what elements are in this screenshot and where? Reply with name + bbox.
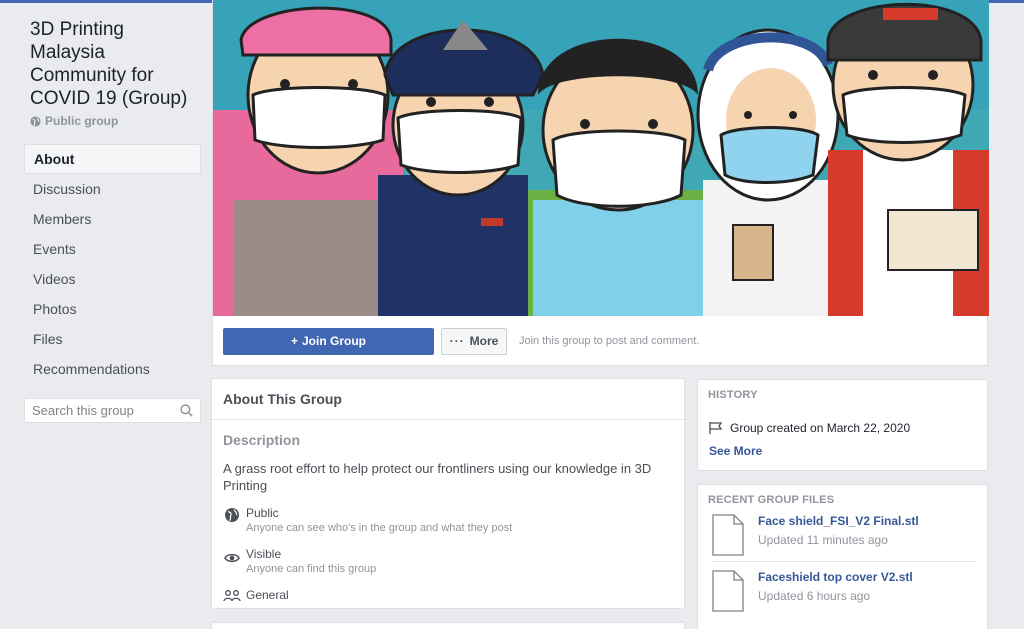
- file-updated: Updated 11 minutes ago: [758, 533, 888, 547]
- history-label: HISTORY: [708, 389, 758, 401]
- ellipsis-icon: ···: [449, 334, 465, 348]
- cover-card: + Join Group ··· More Join this group to…: [212, 0, 989, 366]
- globe-icon: [30, 115, 41, 127]
- join-group-label: Join Group: [302, 334, 366, 348]
- file-name-link[interactable]: Faceshield top cover V2.stl: [758, 570, 913, 584]
- group-search: [24, 398, 201, 423]
- see-more-link[interactable]: See More: [709, 444, 987, 458]
- nav-item-recommendations[interactable]: Recommendations: [24, 354, 204, 384]
- file-item: Face shield_FSI_V2 Final.stl Updated 11 …: [712, 506, 977, 561]
- action-bar: + Join Group ··· More Join this group to…: [213, 316, 987, 366]
- description-text: A grass root effort to help protect our …: [223, 461, 652, 493]
- people-icon: [223, 590, 241, 602]
- files-label: RECENT GROUP FILES: [708, 494, 835, 506]
- visible-sub: Anyone can find this group: [246, 563, 377, 575]
- more-label: More: [469, 334, 499, 348]
- about-header: About This Group: [212, 379, 684, 420]
- plus-icon: +: [290, 334, 298, 348]
- files-card: RECENT GROUP FILES Face shield_FSI_V2 Fi…: [697, 484, 988, 629]
- file-name-link[interactable]: Face shield_FSI_V2 Final.stl: [758, 514, 919, 528]
- nav-item-videos[interactable]: Videos: [24, 264, 204, 294]
- search-input[interactable]: [32, 403, 172, 418]
- next-card: [211, 622, 685, 629]
- visibility-info: Visible Anyone can find this group: [223, 547, 684, 576]
- category-text: General: [246, 588, 289, 602]
- more-button[interactable]: ··· More: [441, 327, 507, 355]
- about-card: About This Group Description A grass roo…: [211, 378, 685, 609]
- history-item: Group created on March 22, 2020: [708, 421, 987, 435]
- privacy-text: Public group: [45, 114, 119, 128]
- file-updated: Updated 6 hours ago: [758, 589, 871, 603]
- file-icon[interactable]: [712, 514, 744, 556]
- nav-item-photos[interactable]: Photos: [24, 294, 204, 324]
- file-icon[interactable]: [712, 570, 744, 612]
- join-hint: Join this group to post and comment.: [519, 335, 700, 347]
- history-created: Group created on March 22, 2020: [730, 421, 911, 435]
- nav-item-events[interactable]: Events: [24, 234, 204, 264]
- history-card: HISTORY Group created on March 22, 2020 …: [697, 379, 988, 471]
- group-nav: About Discussion Members Events Videos P…: [24, 144, 204, 384]
- join-group-button[interactable]: + Join Group: [223, 327, 434, 355]
- category-info: General: [223, 588, 684, 603]
- visible-title: Visible: [246, 547, 282, 561]
- file-item: Faceshield top cover V2.stl Updated 6 ho…: [712, 561, 977, 616]
- flag-icon: [709, 422, 723, 434]
- public-title: Public: [246, 506, 279, 520]
- group-title[interactable]: 3D Printing Malaysia Community for COVID…: [24, 18, 204, 110]
- privacy-info: Public Anyone can see who's in the group…: [223, 506, 684, 535]
- privacy-label: Public group: [24, 114, 204, 128]
- nav-item-files[interactable]: Files: [24, 324, 204, 354]
- cover-photo[interactable]: [213, 0, 989, 316]
- nav-item-members[interactable]: Members: [24, 204, 204, 234]
- eye-icon: [224, 553, 240, 563]
- public-sub: Anyone can see who's in the group and wh…: [246, 522, 513, 534]
- left-column: 3D Printing Malaysia Community for COVID…: [24, 18, 204, 423]
- description-label: Description: [223, 432, 301, 448]
- nav-item-discussion[interactable]: Discussion: [24, 174, 204, 204]
- search-icon[interactable]: [180, 404, 193, 417]
- globe-icon: [225, 508, 239, 522]
- nav-item-about[interactable]: About: [24, 144, 201, 174]
